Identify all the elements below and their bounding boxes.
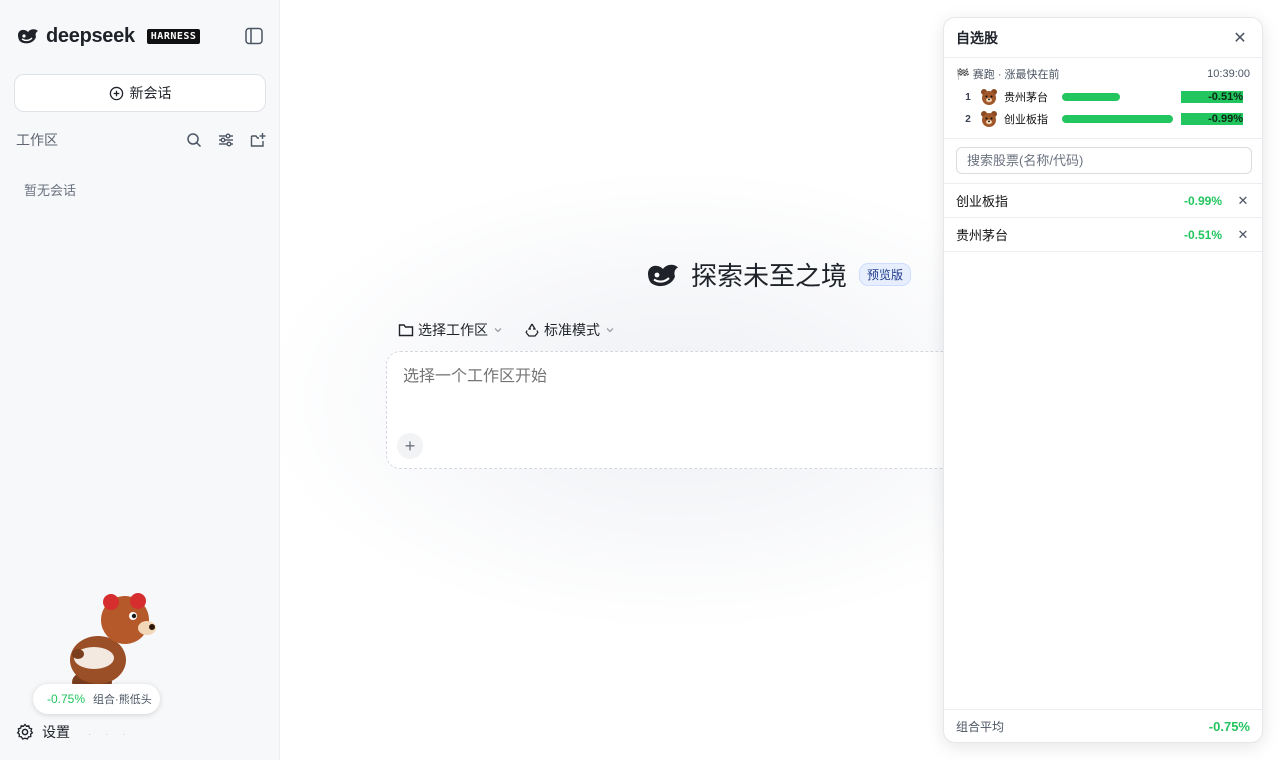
brand-name: deepseek — [46, 24, 135, 47]
close-icon[interactable]: ✕ — [1230, 28, 1250, 48]
plus-circle-icon — [109, 86, 123, 100]
bear-face-icon — [981, 89, 997, 105]
gear-icon — [16, 723, 34, 740]
race-pct: -0.99% — [1181, 113, 1243, 125]
race-track — [1062, 114, 1180, 124]
filter-sliders-icon[interactable] — [218, 132, 234, 148]
chevron-down-icon — [494, 328, 502, 333]
chevron-down-icon — [606, 328, 614, 333]
divider-dots: ··· — [88, 729, 140, 740]
portfolio-status-pill[interactable]: -0.75% 组合·熊低头 — [33, 684, 160, 714]
race-stock-name: 贵州茅台 — [1004, 92, 1048, 104]
race-title: 🏁 赛跑 · 涨最快在前 — [956, 69, 1060, 81]
search-icon[interactable] — [186, 132, 202, 148]
watchlist-header: 自选股 ✕ — [944, 18, 1262, 58]
race-row: 1 贵州茅台 -0.51% — [956, 86, 1250, 108]
checkered-flag-icon: 🏁 — [956, 69, 970, 81]
composer-options: 选择工作区 标准模式 — [398, 320, 616, 340]
race-progress-bar — [1062, 115, 1173, 123]
composer-input[interactable] — [403, 368, 943, 386]
settings-label: 设置 — [42, 724, 70, 740]
mode-dropdown[interactable]: 标准模式 — [524, 320, 616, 340]
remove-icon[interactable]: ✕ — [1236, 193, 1250, 209]
watchlist-footer: 组合平均 -0.75% — [944, 709, 1262, 742]
stock-search — [944, 139, 1262, 184]
settings-button[interactable]: 设置 — [16, 722, 70, 742]
remove-icon[interactable]: ✕ — [1236, 227, 1250, 243]
new-chat-button[interactable]: 新会话 — [14, 74, 266, 112]
hero-title: 探索未至之境 — [691, 261, 848, 291]
attach-plus-button[interactable]: + — [397, 433, 423, 459]
whale-logo-icon — [648, 264, 678, 286]
race-section: 🏁 赛跑 · 涨最快在前 10:39:00 1 贵州茅台 -0.51% 2 创业… — [944, 58, 1262, 139]
race-track — [1062, 92, 1180, 102]
select-workspace-dropdown[interactable]: 选择工作区 — [398, 320, 504, 340]
bear-face-icon — [981, 111, 997, 127]
race-rank: 1 — [965, 91, 971, 103]
new-folder-icon[interactable] — [250, 132, 266, 148]
folder-icon — [398, 324, 414, 337]
race-rank: 2 — [965, 113, 971, 125]
stock-row[interactable]: 贵州茅台 -0.51% ✕ — [944, 218, 1262, 252]
race-row: 2 创业板指 -0.99% — [956, 108, 1250, 130]
stock-pct: -0.99% — [1183, 193, 1222, 208]
race-stock-name: 创业板指 — [1004, 114, 1048, 126]
hero: 探索未至之境 预览版 — [645, 256, 912, 293]
sidebar-toggle-icon[interactable] — [244, 27, 264, 45]
footer-value: -0.75% — [1208, 718, 1250, 734]
watchlist-title: 自选股 — [956, 29, 998, 46]
sidebar: deepseek HARNESS 新会话 工作区 暂无会话 -0.75% 组合·… — [0, 0, 280, 760]
preview-badge: 预览版 — [859, 263, 912, 286]
stock-name: 贵州茅台 — [956, 228, 1009, 243]
race-time: 10:39:00 — [1207, 68, 1250, 80]
empty-sessions-text: 暂无会话 — [24, 183, 77, 198]
status-label: 组合·熊低头 — [93, 694, 152, 706]
brand-tag: HARNESS — [146, 28, 201, 44]
whale-logo-icon — [18, 29, 38, 44]
stock-search-input[interactable] — [956, 147, 1252, 174]
footer-label: 组合平均 — [956, 719, 1005, 734]
race-pct: -0.51% — [1181, 91, 1243, 103]
mode-label: 标准模式 — [544, 322, 600, 338]
bear-mascot-icon — [70, 593, 156, 690]
select-workspace-label: 选择工作区 — [418, 322, 488, 338]
stock-name: 创业板指 — [956, 194, 1009, 209]
workspace-label: 工作区 — [16, 132, 58, 148]
recycle-mode-icon — [525, 323, 539, 337]
watchlist-panel: 自选股 ✕ 🏁 赛跑 · 涨最快在前 10:39:00 1 贵州茅台 -0.51… — [943, 17, 1263, 743]
brand[interactable]: deepseek HARNESS — [16, 24, 201, 48]
stock-row[interactable]: 创业板指 -0.99% ✕ — [944, 184, 1262, 218]
race-progress-bar — [1062, 93, 1120, 101]
status-pct: -0.75% — [47, 692, 86, 706]
stock-pct: -0.51% — [1183, 227, 1222, 242]
new-chat-label: 新会话 — [129, 85, 172, 101]
workspace-header: 工作区 — [16, 128, 266, 152]
composer: + — [386, 351, 966, 469]
